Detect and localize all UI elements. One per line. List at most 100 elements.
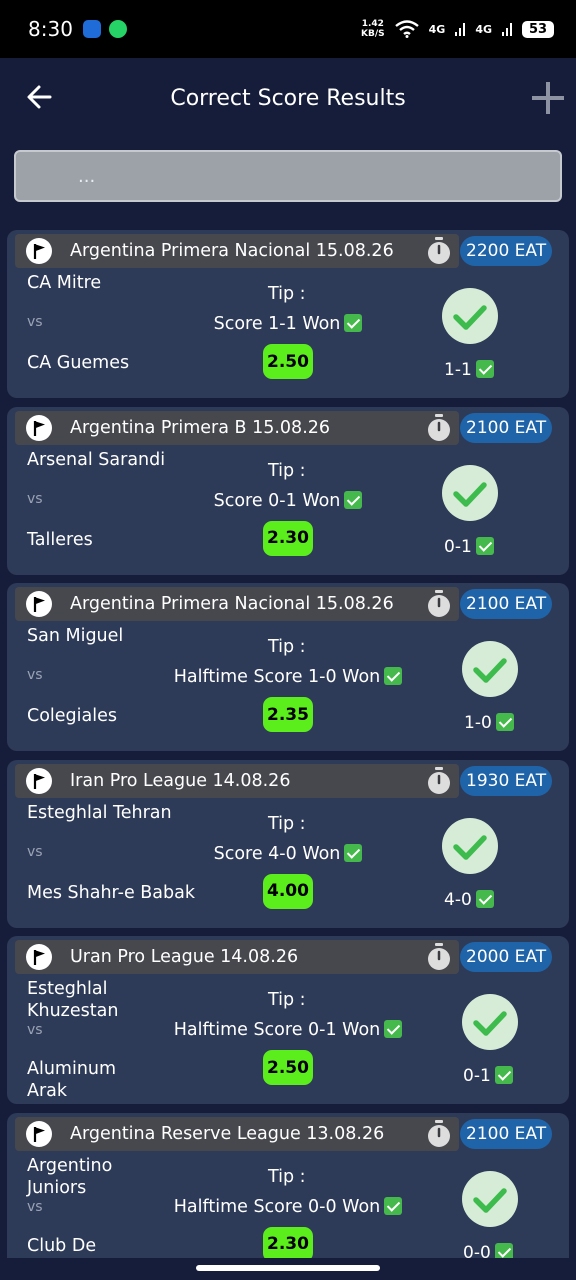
match-card[interactable]: Argentina Primera Nacional 15.08.26 2200… xyxy=(7,230,569,398)
check-box-icon xyxy=(384,667,403,685)
stopwatch-icon xyxy=(428,590,450,617)
check-box-icon xyxy=(475,536,494,555)
away-team: Colegiales xyxy=(27,706,117,726)
final-score-value: 4-0 xyxy=(444,889,472,910)
odds-badge: 2.30 xyxy=(263,520,313,556)
tip-value: Halftime Score 1-0 Won xyxy=(173,667,381,687)
home-team: Arsenal Sarandi xyxy=(27,449,166,470)
final-score: 0-1 xyxy=(444,536,494,557)
check-box-icon xyxy=(494,1066,513,1084)
league-name: Argentina Primera Nacional 15.08.26 xyxy=(70,241,394,261)
league-name: Iran Pro League 14.08.26 xyxy=(70,770,291,791)
signal-bars-icon xyxy=(502,23,512,36)
stopwatch-icon xyxy=(428,943,450,970)
flag-icon xyxy=(26,414,52,441)
final-score: 1-1 xyxy=(444,360,494,380)
home-team: Argentino Juniors xyxy=(27,1155,113,1198)
network-speed-unit: KB/S xyxy=(361,29,385,39)
flag-icon xyxy=(26,238,52,264)
status-time: 8:30 xyxy=(28,17,73,41)
kickoff-time-badge: 2000 EAT xyxy=(460,942,553,972)
vs-label: vs xyxy=(27,843,43,860)
odds-badge: 2.35 xyxy=(263,697,313,732)
search-placeholder: ... xyxy=(78,165,96,187)
check-circle-icon xyxy=(462,641,518,697)
tip-label: Tip : xyxy=(268,990,306,1010)
match-header: Iran Pro League 14.08.26 xyxy=(15,763,459,798)
check-box-icon xyxy=(495,713,514,731)
final-score-value: 0-1 xyxy=(444,536,472,557)
home-team: Esteghlal Khuzestan xyxy=(27,979,119,1021)
final-score-value: 1-1 xyxy=(444,360,472,380)
check-circle-icon xyxy=(442,464,498,521)
signal-2-label: 4G xyxy=(475,22,492,36)
flag-icon xyxy=(26,767,52,794)
match-header: Argentina Primera Nacional 15.08.26 xyxy=(15,234,459,268)
tip-text: Score 1-1 Won xyxy=(147,314,429,334)
vs-label: vs xyxy=(27,667,43,683)
league-name: Argentina Reserve League 13.08.26 xyxy=(70,1123,385,1144)
away-team: Mes Shahr-e Babak xyxy=(27,882,195,903)
check-box-icon xyxy=(344,490,363,509)
tip-label: Tip : xyxy=(268,813,306,834)
league-name: Argentina Primera B 15.08.26 xyxy=(70,417,331,438)
search-input[interactable]: ... xyxy=(14,150,562,202)
match-header: Argentina Reserve League 13.08.26 xyxy=(15,1116,459,1151)
home-team: CA Mitre xyxy=(27,273,102,293)
stopwatch-icon xyxy=(428,766,450,794)
odds-badge: 2.50 xyxy=(263,344,313,379)
final-score: 0-1 xyxy=(463,1066,513,1086)
home-indicator[interactable] xyxy=(196,1265,380,1271)
final-score-value: 0-1 xyxy=(463,1066,491,1086)
match-card[interactable]: Iran Pro League 14.08.26 1930 EAT Estegh… xyxy=(7,759,569,928)
check-circle-icon xyxy=(462,994,518,1050)
flag-icon xyxy=(26,591,52,617)
away-team: CA Guemes xyxy=(27,353,130,373)
away-team: Talleres xyxy=(27,529,93,550)
messenger-app-icon xyxy=(82,20,101,38)
final-score: 1-0 xyxy=(464,713,514,733)
check-box-icon xyxy=(475,889,494,908)
whatsapp-app-icon xyxy=(108,20,127,38)
league-name: Argentina Primera Nacional 15.08.26 xyxy=(70,594,394,614)
tip-label: Tip : xyxy=(268,637,306,657)
check-box-icon xyxy=(344,314,363,332)
tip-label: Tip : xyxy=(268,1166,306,1187)
match-card[interactable]: Uran Pro League 14.08.26 2000 EAT Estegh… xyxy=(7,936,569,1104)
check-box-icon xyxy=(384,1196,403,1215)
check-box-icon xyxy=(475,360,494,378)
check-circle-icon xyxy=(442,817,498,874)
page-title: Correct Score Results xyxy=(170,85,406,111)
signal-1-label: 4G xyxy=(428,22,446,36)
status-bar: 8:30 1.42 KB/S 4G 4G 53 xyxy=(0,0,576,58)
away-team: Club De xyxy=(27,1235,97,1256)
network-speed: 1.42 KB/S xyxy=(361,19,385,39)
signal-bars-icon xyxy=(455,23,466,36)
tip-label: Tip : xyxy=(268,284,306,304)
tip-text: Score 4-0 Won xyxy=(147,843,429,864)
match-card[interactable]: Argentina Reserve League 13.08.26 2100 E… xyxy=(7,1112,569,1280)
kickoff-time-badge: 2100 EAT xyxy=(460,1118,553,1149)
vs-label: vs xyxy=(27,314,43,330)
check-box-icon xyxy=(344,843,363,862)
league-name: Uran Pro League 14.08.26 xyxy=(70,947,299,967)
tip-value: Score 1-1 Won xyxy=(213,314,341,334)
plus-icon[interactable] xyxy=(530,80,566,116)
away-team: Aluminum Arak xyxy=(27,1059,117,1101)
final-score-value: 1-0 xyxy=(464,713,492,733)
match-card[interactable]: Argentina Primera B 15.08.26 2100 EAT Ar… xyxy=(7,406,569,575)
tip-text: Halftime Score 0-0 Won xyxy=(147,1196,429,1217)
tip-label: Tip : xyxy=(268,460,306,481)
vs-label: vs xyxy=(27,490,43,507)
tip-text: Score 0-1 Won xyxy=(147,490,429,511)
match-list: Argentina Primera Nacional 15.08.26 2200… xyxy=(7,230,569,1280)
tip-value: Halftime Score 0-1 Won xyxy=(173,1020,381,1040)
final-score: 4-0 xyxy=(444,889,494,910)
check-circle-icon xyxy=(442,288,498,344)
kickoff-time-badge: 1930 EAT xyxy=(460,765,553,796)
kickoff-time-badge: 2100 EAT xyxy=(460,589,553,619)
flag-icon xyxy=(26,1120,52,1147)
vs-label: vs xyxy=(27,1198,43,1215)
back-arrow-icon[interactable] xyxy=(26,80,54,114)
match-card[interactable]: Argentina Primera Nacional 15.08.26 2100… xyxy=(7,583,569,751)
